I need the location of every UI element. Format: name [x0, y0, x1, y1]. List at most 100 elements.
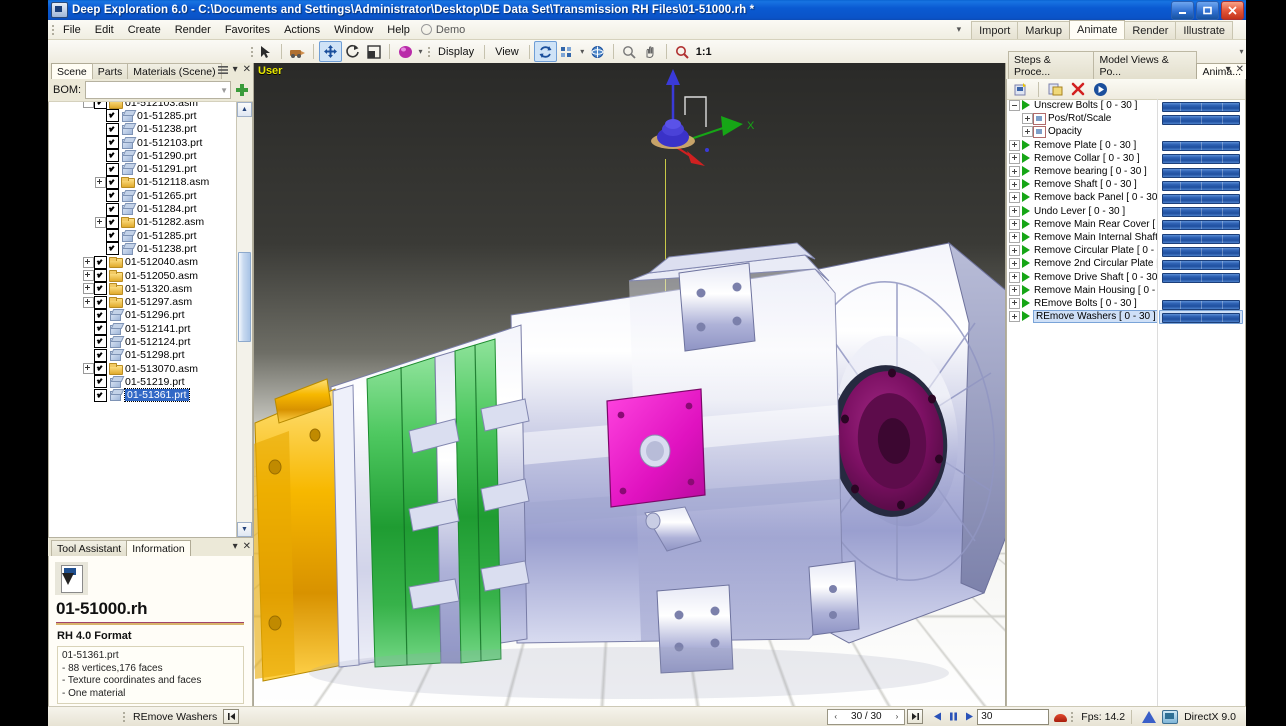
- scene-tree-scrollbar[interactable]: ▲ ▼: [236, 102, 252, 537]
- tab-information[interactable]: Information: [126, 540, 191, 556]
- frame-prev-button[interactable]: ‹: [830, 712, 841, 721]
- pause-icon[interactable]: [945, 710, 961, 724]
- animation-item[interactable]: Remove Main Internal Shaft [ 0 - 30 ]: [1007, 231, 1157, 244]
- tree-item[interactable]: 01-51282.asm: [49, 215, 237, 229]
- animation-expander-icon[interactable]: [1009, 258, 1020, 270]
- animation-item[interactable]: Opacity: [1007, 125, 1157, 138]
- tree-item[interactable]: 01-51297.asm: [49, 295, 237, 309]
- tree-checkbox[interactable]: [94, 269, 107, 282]
- animation-timeline-bar[interactable]: [1162, 259, 1240, 270]
- tab-render[interactable]: Render: [1124, 21, 1177, 39]
- animation-expander-icon[interactable]: [1009, 152, 1020, 164]
- tree-item[interactable]: 01-51291.prt: [49, 162, 237, 176]
- tab-markup[interactable]: Markup: [1017, 21, 1070, 39]
- animation-timeline-bar[interactable]: [1162, 273, 1240, 284]
- toolbar-overflow-caret-icon[interactable]: ▾: [1237, 47, 1246, 56]
- animation-timeline-bar[interactable]: [1162, 312, 1240, 323]
- skip-to-end-icon[interactable]: [907, 709, 924, 724]
- view-menu-button[interactable]: View: [489, 46, 525, 58]
- animation-timeline-bar[interactable]: [1162, 233, 1240, 244]
- tree-checkbox[interactable]: [106, 202, 119, 216]
- tree-item[interactable]: 01-51219.prt: [49, 375, 237, 389]
- tree-item[interactable]: 01-51285.prt: [49, 229, 237, 243]
- animation-item[interactable]: Remove Main Rear Cover [ 0 - 30 ]: [1007, 218, 1157, 231]
- animation-timeline-bar[interactable]: [1162, 220, 1240, 231]
- bom-select[interactable]: ▼: [85, 81, 231, 99]
- tree-expander-icon[interactable]: [95, 176, 106, 188]
- animation-item[interactable]: Remove Circular Plate [ 0 - 30 ]: [1007, 244, 1157, 257]
- animation-expander-icon[interactable]: [1009, 139, 1020, 151]
- menu-item-window[interactable]: Window: [327, 22, 380, 38]
- close-button[interactable]: [1221, 1, 1244, 20]
- tree-checkbox[interactable]: [94, 375, 107, 389]
- tree-expander-icon[interactable]: [83, 283, 94, 295]
- animation-timeline-bar[interactable]: [1162, 193, 1240, 204]
- status-grip[interactable]: [120, 709, 127, 725]
- animation-timeline-bar[interactable]: [1162, 207, 1240, 218]
- tree-checkbox[interactable]: [106, 242, 119, 256]
- tree-expander-icon[interactable]: [83, 363, 94, 375]
- info-chevron-down-icon[interactable]: ▾: [233, 541, 238, 552]
- animation-expander-icon[interactable]: [1009, 179, 1020, 191]
- track-checkbox[interactable]: [1033, 112, 1046, 125]
- animation-timeline-bar[interactable]: [1162, 299, 1240, 310]
- menu-overflow-caret-icon[interactable]: ▾: [957, 24, 972, 35]
- tree-item[interactable]: 01-512040.asm: [49, 255, 237, 269]
- tree-item[interactable]: 01-512050.asm: [49, 269, 237, 282]
- transform-gizmo[interactable]: X: [651, 67, 771, 177]
- tree-item[interactable]: 01-51238.prt: [49, 122, 237, 136]
- frame-next-button[interactable]: ›: [892, 712, 903, 721]
- animation-item[interactable]: REmove Bolts [ 0 - 30 ]: [1007, 297, 1157, 310]
- material-dropdown-caret-icon[interactable]: ▾: [416, 47, 425, 56]
- tree-checkbox[interactable]: [94, 102, 107, 110]
- animation-expander-icon[interactable]: [1009, 297, 1020, 309]
- menu-item-edit[interactable]: Edit: [88, 22, 121, 38]
- menu-item-create[interactable]: Create: [121, 22, 168, 38]
- zoom-ratio-label[interactable]: 1:1: [693, 46, 712, 58]
- pan-camera-icon[interactable]: [287, 42, 308, 61]
- tab-model-views-positions[interactable]: Model Views & Po...: [1093, 51, 1198, 79]
- tree-item[interactable]: 01-51238.prt: [49, 242, 237, 256]
- render-mode-icon[interactable]: [557, 42, 578, 61]
- tree-expander-icon[interactable]: [83, 102, 94, 109]
- frame-input[interactable]: 30: [977, 708, 1050, 725]
- tab-animate[interactable]: Animate: [1068, 20, 1126, 39]
- animation-expander-icon[interactable]: [1009, 245, 1020, 257]
- animation-item[interactable]: Remove Shaft [ 0 - 30 ]: [1007, 178, 1157, 191]
- animation-timeline-bar[interactable]: [1162, 246, 1240, 257]
- scroll-up-button[interactable]: ▲: [237, 102, 252, 117]
- scale-gizmo-icon[interactable]: [363, 42, 384, 61]
- right-close-icon[interactable]: ✕: [1236, 64, 1244, 75]
- tree-checkbox[interactable]: [106, 175, 119, 189]
- tree-item[interactable]: 01-51265.prt: [49, 189, 237, 203]
- animation-list[interactable]: Unscrew Bolts [ 0 - 30 ] Pos/Rot/Scale Opa…: [1007, 99, 1158, 706]
- animation-expander-icon[interactable]: [1009, 100, 1020, 112]
- scroll-down-button[interactable]: ▼: [237, 522, 252, 537]
- zoom-icon[interactable]: [672, 42, 693, 61]
- frame-navigator[interactable]: ‹ 30 / 30 ›: [827, 708, 906, 725]
- bom-add-icon[interactable]: [235, 83, 249, 97]
- tree-item[interactable]: 01-513070.asm: [49, 362, 237, 376]
- render-mode-caret-icon[interactable]: ▾: [578, 47, 587, 56]
- tree-checkbox[interactable]: [106, 229, 119, 243]
- animation-item[interactable]: Undo Lever [ 0 - 30 ]: [1007, 205, 1157, 218]
- animation-item[interactable]: Remove bearing [ 0 - 30 ]: [1007, 165, 1157, 178]
- animation-item[interactable]: Remove Main Housing [ 0 - 30 ]: [1007, 284, 1157, 297]
- animation-expander-icon[interactable]: [1009, 166, 1020, 178]
- scroll-thumb[interactable]: [238, 252, 251, 342]
- viewport-3d[interactable]: User X: [254, 63, 1005, 707]
- tree-checkbox[interactable]: [106, 109, 119, 123]
- tree-expander-icon[interactable]: [83, 256, 94, 268]
- animation-expander-icon[interactable]: [1022, 126, 1033, 138]
- orbit-icon[interactable]: [587, 42, 608, 61]
- tree-item[interactable]: 01-512118.asm: [49, 175, 237, 189]
- tree-checkbox[interactable]: [106, 122, 119, 136]
- tree-checkbox[interactable]: [94, 335, 107, 349]
- new-animation-icon[interactable]: [1011, 81, 1031, 98]
- animation-expander-icon[interactable]: [1009, 271, 1020, 283]
- animation-expander-icon[interactable]: [1009, 192, 1020, 204]
- tree-item[interactable]: 01-51298.prt: [49, 348, 237, 362]
- animation-item[interactable]: Remove Plate [ 0 - 30 ]: [1007, 139, 1157, 152]
- refresh-icon[interactable]: [533, 41, 557, 62]
- menu-item-render[interactable]: Render: [168, 22, 218, 38]
